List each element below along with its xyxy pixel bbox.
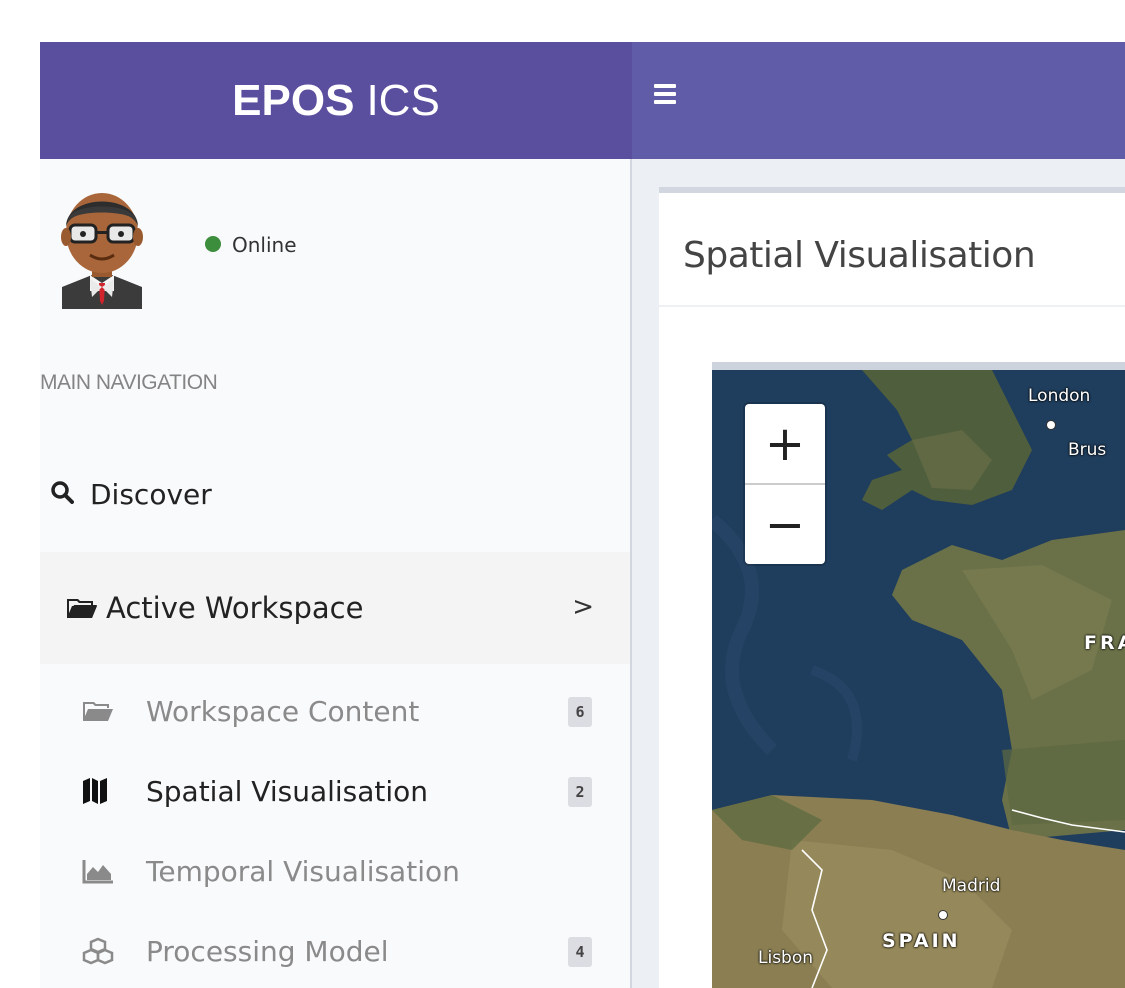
sidebar-item-active-workspace[interactable]: Active Workspace > <box>40 552 630 664</box>
sidebar-item-label: Workspace Content <box>146 694 420 728</box>
sidebar-item-discover[interactable]: Discover <box>40 459 630 529</box>
hamburger-icon[interactable] <box>654 84 676 104</box>
map-label-lisbon: Lisbon <box>758 948 814 968</box>
map-view[interactable]: + − London Brus FRA Madrid SPAIN Lisbon <box>712 362 1125 988</box>
count-badge: 2 <box>568 777 592 807</box>
sidebar-item-label: Discover <box>90 477 212 511</box>
area-chart-icon <box>82 858 124 884</box>
user-avatar <box>61 193 143 309</box>
sidebar-item-label: Active Workspace <box>106 591 364 625</box>
zoom-out-button[interactable]: − <box>745 485 825 564</box>
zoom-control: + − <box>745 404 825 564</box>
search-icon <box>50 480 90 508</box>
page-title: Spatial Visualisation <box>683 235 1036 276</box>
brand-name-strong: EPOS <box>232 75 355 125</box>
count-badge: 6 <box>568 697 592 727</box>
sidebar-item-label: Spatial Visualisation <box>146 774 429 808</box>
zoom-in-button[interactable]: + <box>745 404 825 483</box>
city-marker-london <box>1046 420 1056 430</box>
map-icon <box>82 777 124 805</box>
map-label-brussels: Brus <box>1068 440 1107 460</box>
folder-open-icon <box>82 699 124 723</box>
user-status: Online <box>232 233 297 257</box>
chevron-right-icon: > <box>572 592 594 622</box>
sidebar-item-label: Processing Model <box>146 934 389 968</box>
online-status-dot <box>205 236 221 252</box>
sidebar-item-processing-model[interactable]: Processing Model 4 <box>40 921 630 981</box>
map-label-france: FRA <box>1084 632 1125 654</box>
main-navigation-header: MAIN NAVIGATION <box>40 371 218 394</box>
brand-logo[interactable]: EPOS ICS <box>40 42 632 159</box>
city-marker-madrid <box>938 910 948 920</box>
brand-name-light: ICS <box>366 75 440 125</box>
map-label-spain: SPAIN <box>882 930 961 952</box>
sidebar-item-spatial-visualisation[interactable]: Spatial Visualisation 2 <box>40 761 630 821</box>
map-label-madrid: Madrid <box>942 876 1001 896</box>
top-navbar <box>632 42 1125 159</box>
sidebar-item-temporal-visualisation[interactable]: Temporal Visualisation <box>40 841 630 901</box>
sidebar: Online MAIN NAVIGATION Discover Active W… <box>40 159 632 988</box>
sidebar-item-label: Temporal Visualisation <box>146 854 460 888</box>
sidebar-item-workspace-content[interactable]: Workspace Content 6 <box>40 681 630 741</box>
folder-open-icon <box>66 596 98 620</box>
panel-divider <box>659 305 1125 307</box>
count-badge: 4 <box>568 937 592 967</box>
map-label-london: London <box>1028 386 1091 406</box>
cubes-icon <box>82 937 124 965</box>
